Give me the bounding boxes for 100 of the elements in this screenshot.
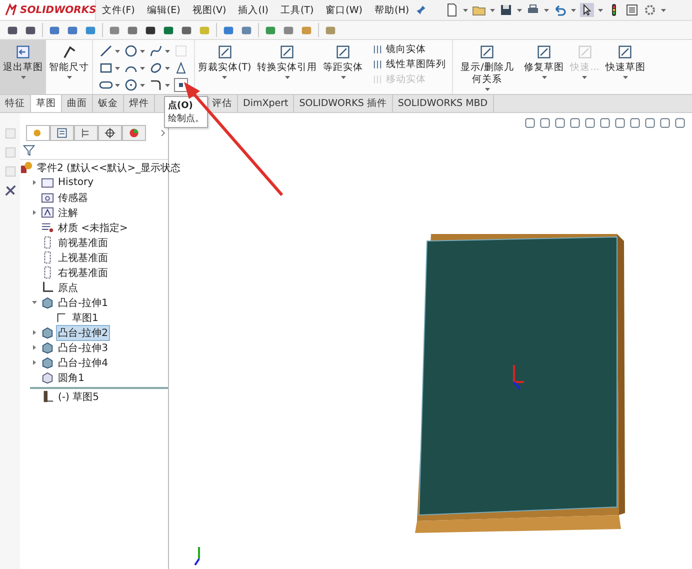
caret-icon[interactable] xyxy=(140,66,145,70)
ribbon-button[interactable]: 转换实体引用 xyxy=(254,40,320,94)
caret-icon[interactable] xyxy=(661,8,666,12)
tree-item[interactable]: (-) 草图5 xyxy=(57,390,100,404)
expand-arrow-icon[interactable] xyxy=(32,180,36,185)
undo-icon[interactable] xyxy=(553,3,568,17)
cursor-icon[interactable] xyxy=(580,3,594,17)
tree-item[interactable]: 上视基准面 xyxy=(57,250,109,264)
caret-icon[interactable] xyxy=(544,8,550,12)
caret-icon[interactable] xyxy=(222,76,228,79)
caret-icon[interactable] xyxy=(463,8,468,12)
ribbon-button[interactable]: 修复草图 xyxy=(521,40,568,94)
menu-item[interactable]: 帮助(H) xyxy=(368,4,416,16)
tool-icon[interactable] xyxy=(372,44,384,55)
caret-icon[interactable] xyxy=(517,8,522,12)
ribbon-button[interactable]: 剪裁实体(T) xyxy=(195,40,254,94)
menu-item[interactable]: 文件(F) xyxy=(96,4,141,16)
smart-dimension-icon[interactable] xyxy=(61,44,77,60)
line-icon[interactable] xyxy=(99,44,113,58)
caret-icon[interactable] xyxy=(140,50,145,52)
exit-sketch-icon[interactable] xyxy=(15,44,31,60)
pin-icon[interactable] xyxy=(415,4,428,16)
ellipse-icon[interactable] xyxy=(149,61,163,75)
triangle-icon[interactable] xyxy=(174,61,188,75)
tool-icon[interactable] xyxy=(372,59,384,70)
folder-icon xyxy=(41,176,54,189)
tree-item[interactable]: 凸台-拉伸2 xyxy=(57,326,109,340)
tree-item[interactable]: 传感器 xyxy=(57,190,89,204)
caret-icon[interactable] xyxy=(622,76,628,79)
tree-item[interactable]: 凸台-拉伸4 xyxy=(57,356,109,370)
dimxpert-tab[interactable] xyxy=(98,125,122,141)
expand-arrow-icon[interactable] xyxy=(32,330,36,335)
rectangle-icon[interactable] xyxy=(99,61,113,75)
ribbon-button[interactable]: 等距实体 xyxy=(320,40,366,94)
ribbon-button[interactable]: 显示/删除几何关系 xyxy=(453,40,522,94)
material-icon xyxy=(41,221,54,234)
caret-icon[interactable] xyxy=(490,8,496,12)
crosshair-icon[interactable] xyxy=(104,127,116,139)
logo-mark-icon xyxy=(4,3,18,17)
expand-arrow-icon[interactable] xyxy=(32,210,36,215)
ribbon-menu-item[interactable]: 镜向实体 xyxy=(372,43,446,56)
caret-icon[interactable] xyxy=(115,66,120,70)
expand-arrow-icon[interactable] xyxy=(32,345,36,350)
menu-item[interactable]: 窗口(W) xyxy=(320,4,368,16)
tree-item[interactable]: 前视基准面 xyxy=(57,236,109,250)
caret-icon[interactable] xyxy=(542,76,547,79)
extrude-icon xyxy=(41,326,54,339)
tree-item[interactable]: History xyxy=(57,177,95,188)
caret-icon[interactable] xyxy=(66,76,72,79)
caret-icon[interactable] xyxy=(115,84,120,86)
menu-item[interactable]: 编辑(E) xyxy=(140,4,186,16)
tree-item[interactable]: 草图1 xyxy=(71,310,100,324)
caret-icon[interactable] xyxy=(598,8,604,12)
tree-item[interactable]: 原点 xyxy=(57,280,79,294)
filter-icon[interactable] xyxy=(23,144,35,156)
expand-arrow-icon[interactable] xyxy=(32,360,36,365)
list-icon[interactable] xyxy=(56,127,68,139)
ribbon-menu-item[interactable]: 线性草图阵列 xyxy=(372,58,446,71)
caret-icon[interactable] xyxy=(165,50,170,52)
display-tab[interactable] xyxy=(122,125,146,141)
caret-icon[interactable] xyxy=(340,76,346,79)
config-tab[interactable] xyxy=(74,125,98,141)
menu-item[interactable]: 视图(V) xyxy=(186,4,232,16)
menu-item[interactable]: 插入(I) xyxy=(232,4,274,16)
spline-icon[interactable] xyxy=(149,44,163,58)
tree-item[interactable]: 凸台-拉伸1 xyxy=(57,296,109,310)
app-logo: SOLIDWORKS xyxy=(20,4,96,16)
caret-icon[interactable] xyxy=(571,8,576,12)
pie-icon[interactable] xyxy=(128,127,140,139)
circle-icon[interactable] xyxy=(124,44,138,58)
folder-icon xyxy=(41,191,54,204)
caret-icon[interactable] xyxy=(484,88,490,91)
caret-icon[interactable] xyxy=(20,76,26,79)
tree-item[interactable]: 注解 xyxy=(57,206,79,220)
save-icon[interactable] xyxy=(499,3,514,17)
annotation-icon xyxy=(41,206,54,219)
tree-item[interactable]: 圆角1 xyxy=(57,370,86,384)
caret-icon[interactable] xyxy=(284,76,290,79)
caret-icon[interactable] xyxy=(165,84,170,86)
ribbon-button[interactable]: 智能尺寸 xyxy=(46,40,92,94)
property-tab[interactable] xyxy=(50,125,74,141)
menu-item[interactable]: 工具(T) xyxy=(274,4,320,16)
tree-root[interactable]: 零件2 (默认<<默认>_显示状态 xyxy=(36,160,182,174)
settings-icon[interactable] xyxy=(643,3,658,17)
expand-arrow-icon[interactable] xyxy=(32,300,36,305)
ribbon-button[interactable]: 退出草图 xyxy=(0,40,46,94)
sketch-icon xyxy=(41,390,54,403)
ribbon-button[interactable]: 快速草图 xyxy=(602,40,648,94)
ribbon-tab[interactable]: 草图 xyxy=(31,95,62,112)
point-icon[interactable] xyxy=(174,78,188,92)
tree-item[interactable]: 右视基准面 xyxy=(57,266,109,280)
caret-icon[interactable] xyxy=(140,84,145,86)
polygon-icon[interactable] xyxy=(124,78,138,92)
caret-icon[interactable] xyxy=(165,66,170,70)
new-document-icon[interactable] xyxy=(445,3,460,17)
tree-item[interactable]: 材质 <未指定> xyxy=(57,220,129,234)
list-icon[interactable] xyxy=(625,3,640,17)
tree-item[interactable]: 凸台-拉伸3 xyxy=(57,340,109,354)
caret-icon[interactable] xyxy=(115,50,120,52)
origin-icon xyxy=(41,281,54,294)
